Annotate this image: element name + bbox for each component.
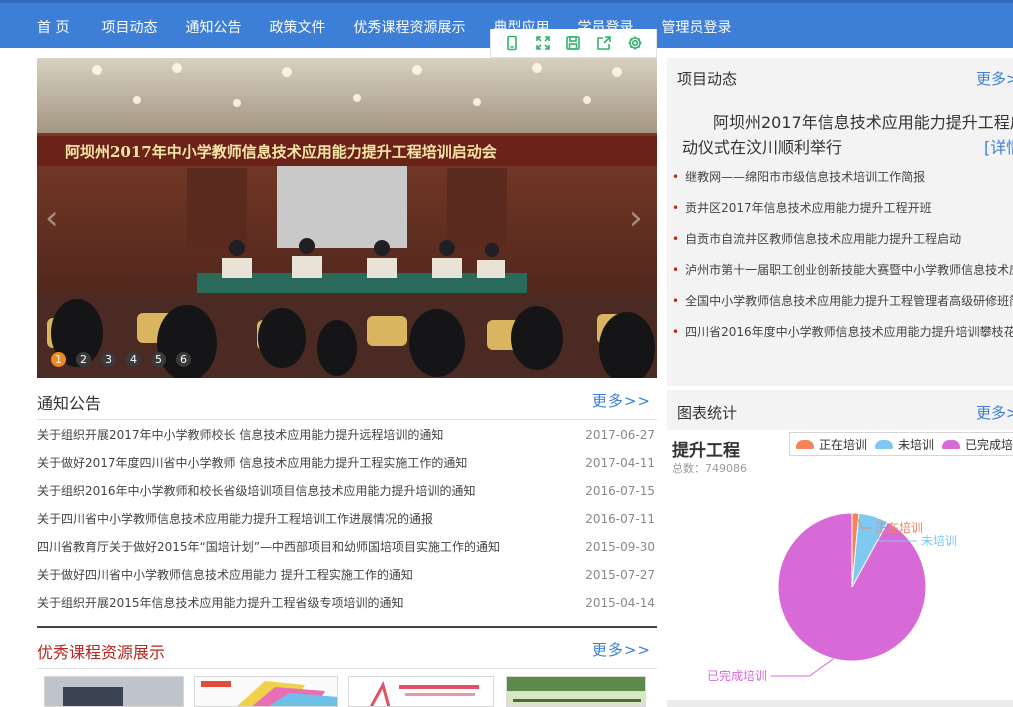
headline-detail-link[interactable]: [详情	[984, 135, 1013, 160]
courses-header: 优秀课程资源展示 更多>>	[37, 629, 657, 669]
notice-date: 2017-04-11	[585, 456, 655, 470]
pie-chart-card: 提升工程 总数：749086 正在培训 未培训 已完成培训 正在培训未培训已完成…	[667, 430, 1013, 690]
notice-link[interactable]: 四川省教育厅关于做好2015年“国培计划”—中西部项目和幼师国培项目实施工作的通…	[37, 534, 500, 560]
headline-news[interactable]: 阿坝州2017年信息技术应用能力提升工程启 动仪式在汶川顺利举行 [详情	[682, 110, 1013, 160]
banner-photo: 阿坝州2017年中小学教师信息技术应用能力提升工程培训启动会	[37, 58, 657, 378]
course-thumbnail[interactable]	[348, 676, 494, 707]
pie-data-label: 正在培训	[875, 520, 923, 535]
nav-item-project-news[interactable]: 项目动态	[101, 17, 157, 37]
share-icon[interactable]	[595, 34, 613, 52]
notice-link[interactable]: 关于做好四川省中小学教师信息技术应用能力 提升工程实施工作的通知	[37, 562, 413, 588]
carousel-dot[interactable]: 2	[76, 352, 91, 367]
save-icon[interactable]	[564, 34, 582, 52]
nav-item-admin-login[interactable]: 管理员登录	[661, 17, 731, 37]
course-thumbnails	[44, 676, 654, 707]
list-item: 关于做好2017年度四川省中小学教师 信息技术应用能力提升工程实施工作的通知 20…	[37, 450, 657, 478]
carousel-dot[interactable]: 4	[126, 352, 141, 367]
notice-link[interactable]: 关于四川省中小学教师信息技术应用能力提升工程培训工作进展情况的通报	[37, 506, 433, 532]
project-news-title: 项目动态	[677, 70, 738, 88]
notice-link[interactable]: 关于组织2016年中小学教师和校长省级培训项目信息技术应用能力提升培训的通知	[37, 478, 476, 504]
nav-item-policy[interactable]: 政策文件	[269, 17, 325, 37]
notice-link[interactable]: 关于做好2017年度四川省中小学教师 信息技术应用能力提升工程实施工作的通知	[37, 450, 467, 476]
notice-date: 2016-07-15	[585, 484, 655, 498]
course-thumbnail[interactable]	[194, 676, 338, 707]
notice-date: 2015-09-30	[585, 540, 655, 554]
list-item[interactable]: 四川省2016年度中小学教师信息技术应用能力提升培训攀枝花市	[672, 323, 1013, 354]
banner-carousel[interactable]: 阿坝州2017年中小学教师信息技术应用能力提升工程培训启动会 ‹ › 1 2 3…	[37, 58, 657, 378]
list-item: 关于四川省中小学教师信息技术应用能力提升工程培训工作进展情况的通报 2016-07…	[37, 506, 657, 534]
nav-item-notices[interactable]: 通知公告	[185, 17, 241, 37]
list-item[interactable]: 泸州市第十一届职工创业创新技能大赛暨中小学教师信息技术应	[672, 261, 1013, 292]
course-thumbnail[interactable]	[506, 676, 646, 707]
carousel-dot[interactable]: 6	[176, 352, 191, 367]
list-item[interactable]: 继教网——绵阳市市级信息技术培训工作简报	[672, 168, 1013, 199]
notice-date: 2015-07-27	[585, 568, 655, 582]
pie-leader-line	[771, 658, 834, 677]
fullscreen-icon[interactable]	[534, 34, 552, 52]
list-item[interactable]: 自贡市自流井区教师信息技术应用能力提升工程启动	[672, 230, 1013, 261]
list-item: 关于组织开展2017年中小学教师校长 信息技术应用能力提升远程培训的通知 2017…	[37, 422, 657, 450]
pie-data-label: 已完成培训	[707, 668, 767, 683]
carousel-next-arrow[interactable]: ›	[629, 198, 649, 238]
stats-title: 图表统计	[677, 404, 738, 422]
list-item: 关于做好四川省中小学教师信息技术应用能力 提升工程实施工作的通知 2015-07-…	[37, 562, 657, 590]
project-news-list: 继教网——绵阳市市级信息技术培训工作简报 贡井区2017年信息技术应用能力提升工…	[672, 168, 1013, 354]
list-item: 关于组织开展2015年信息技术应用能力提升工程省级专项培训的通知 2015-04-…	[37, 590, 657, 618]
carousel-pagination: 1 2 3 4 5 6	[51, 352, 201, 367]
nav-item-courses[interactable]: 优秀课程资源展示	[353, 17, 465, 37]
carousel-dot[interactable]: 3	[101, 352, 116, 367]
list-item: 关于组织2016年中小学教师和校长省级培训项目信息技术应用能力提升培训的通知 20…	[37, 478, 657, 506]
courses-title: 优秀课程资源展示	[37, 643, 166, 662]
notice-date: 2017-06-27	[585, 428, 655, 442]
list-item: 四川省教育厅关于做好2015年“国培计划”—中西部项目和幼师国培项目实施工作的通…	[37, 534, 657, 562]
project-news-more-link[interactable]: 更多>	[976, 68, 1013, 89]
banner-caption: 阿坝州2017年中小学教师信息技术应用能力提升工程培训启动会	[65, 143, 497, 161]
course-thumbnail[interactable]	[44, 676, 184, 707]
headline-line-2: 动仪式在汶川顺利举行	[682, 138, 843, 157]
pie-data-label: 未培训	[921, 533, 957, 548]
nav-item-home[interactable]: 首 页	[37, 17, 69, 37]
notice-date: 2015-04-14	[585, 596, 655, 610]
stats-more-link[interactable]: 更多>	[976, 402, 1013, 423]
notices-more-link[interactable]: 更多>>	[592, 390, 651, 411]
list-item[interactable]: 贡井区2017年信息技术应用能力提升工程开班	[672, 199, 1013, 230]
list-item[interactable]: 全国中小学教师信息技术应用能力提升工程管理者高级研修班简	[672, 292, 1013, 323]
bottom-strip	[667, 700, 1013, 707]
notices-list: 关于组织开展2017年中小学教师校长 信息技术应用能力提升远程培训的通知 2017…	[37, 422, 657, 618]
notice-link[interactable]: 关于组织开展2017年中小学教师校长 信息技术应用能力提升远程培训的通知	[37, 422, 443, 448]
phone-icon[interactable]	[503, 34, 521, 52]
carousel-dot[interactable]: 1	[51, 352, 66, 367]
settings-icon[interactable]	[626, 34, 644, 52]
courses-more-link[interactable]: 更多>>	[592, 639, 651, 660]
section-divider	[37, 626, 657, 628]
carousel-prev-arrow[interactable]: ‹	[45, 198, 65, 238]
floating-toolbar	[490, 29, 657, 58]
headline-line-1: 阿坝州2017年信息技术应用能力提升工程启	[713, 113, 1013, 132]
notices-title: 通知公告	[37, 394, 102, 413]
stats-panel: 图表统计 更多> 提升工程 总数：749086 正在培训 未培训 已完成培训 正…	[667, 390, 1013, 690]
notice-link[interactable]: 关于组织开展2015年信息技术应用能力提升工程省级专项培训的通知	[37, 590, 404, 616]
notice-date: 2016-07-11	[585, 512, 655, 526]
pie-slice[interactable]	[777, 512, 927, 662]
project-news-panel: 项目动态 更多> 阿坝州2017年信息技术应用能力提升工程启 动仪式在汶川顺利举…	[667, 58, 1013, 386]
pie-chart: 正在培训未培训已完成培训	[707, 512, 957, 683]
notices-header: 通知公告 更多>>	[37, 380, 657, 420]
carousel-dot[interactable]: 5	[151, 352, 166, 367]
